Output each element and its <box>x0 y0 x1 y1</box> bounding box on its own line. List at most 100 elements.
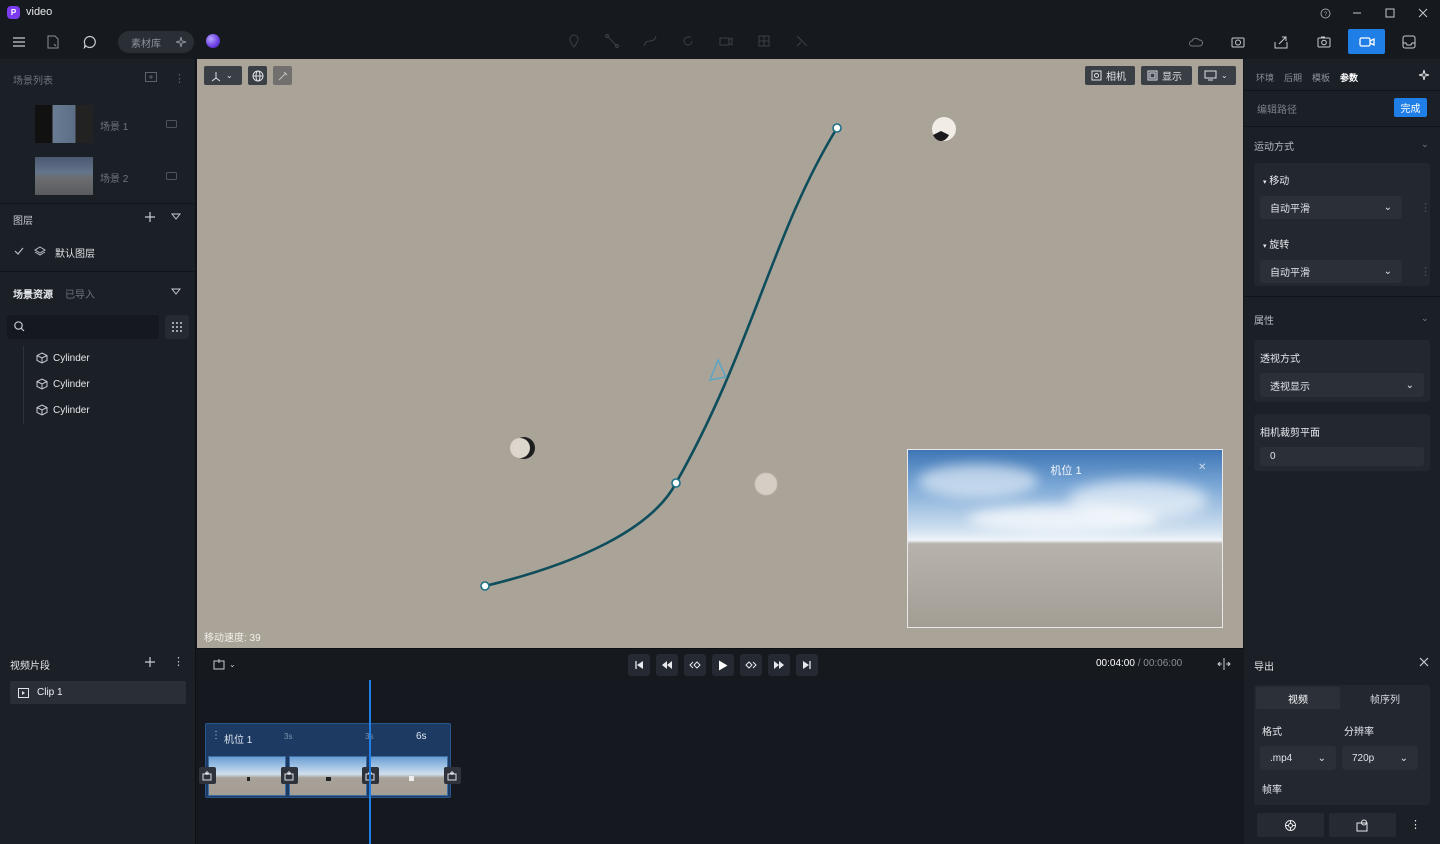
clips-more-icon[interactable]: ⋮ <box>173 655 184 668</box>
prev-keyframe-icon[interactable] <box>684 654 706 676</box>
maximize-icon[interactable] <box>1383 6 1397 20</box>
inbox-icon[interactable] <box>1400 33 1418 51</box>
pin-tool-icon[interactable] <box>566 33 582 49</box>
rotate-label-row[interactable]: ▾ 旋转 <box>1263 236 1289 251</box>
object-item[interactable]: Cylinder <box>36 352 90 364</box>
add-layer-icon[interactable] <box>144 211 156 223</box>
scene-camera-icon-2[interactable] <box>166 172 178 180</box>
chevron-down-icon[interactable]: ⌄ <box>1421 313 1429 324</box>
file-icon[interactable] <box>45 33 61 50</box>
measure-tool-icon[interactable] <box>794 33 810 49</box>
close-window-icon[interactable] <box>1416 6 1430 20</box>
rewind-icon[interactable] <box>656 654 678 676</box>
tab-template[interactable]: 模板 <box>1312 71 1330 84</box>
scene-label-2[interactable]: 场景 2 <box>100 170 128 185</box>
clip-plane-input[interactable]: 0 <box>1260 447 1424 466</box>
asset-library-button[interactable]: 素材库 <box>118 31 194 53</box>
keyframe-thumb[interactable] <box>208 756 286 796</box>
camera-gizmo-icon[interactable] <box>708 358 728 381</box>
cloud-upload-icon[interactable] <box>1187 33 1205 51</box>
perspective-select[interactable]: 透视显示 ⌄ <box>1260 373 1424 397</box>
clip-item[interactable]: Clip 1 <box>10 681 186 704</box>
track-drag-icon[interactable]: ⋮ <box>211 730 221 741</box>
motion-section-title[interactable]: 运动方式 <box>1254 138 1294 153</box>
menu-icon[interactable] <box>11 34 27 50</box>
check-icon[interactable] <box>14 247 24 255</box>
grid-view-icon[interactable] <box>165 315 189 339</box>
scene-camera-icon-1[interactable] <box>166 120 178 128</box>
path-point[interactable] <box>832 123 842 133</box>
tab-environment[interactable]: 环境 <box>1256 71 1274 84</box>
cylinder-object[interactable] <box>754 472 778 496</box>
chat-icon[interactable] <box>81 33 99 51</box>
add-camera-button[interactable]: ⌄ <box>213 658 236 670</box>
tab-params[interactable]: 参数 <box>1340 71 1358 84</box>
chevron-down-icon[interactable]: ⌄ <box>1421 139 1429 150</box>
keyframe-camera-icon[interactable] <box>444 767 461 784</box>
ai-orb-icon[interactable] <box>206 34 220 48</box>
object-item[interactable]: Cylinder <box>36 404 90 416</box>
rotate-more-icon[interactable]: ⋮ <box>1420 265 1431 278</box>
format-select[interactable]: .mp4 ⌄ <box>1260 746 1336 770</box>
resource-filter-icon[interactable] <box>171 288 181 296</box>
scene-label-1[interactable]: 场景 1 <box>100 118 128 133</box>
tab-post[interactable]: 后期 <box>1284 71 1302 84</box>
timeline-track-area[interactable]: ⋮ 机位 1 3s 3s 6s <box>197 680 1243 844</box>
preview-close-icon[interactable]: ✕ <box>1198 462 1206 473</box>
camera-preview[interactable]: 机位 1 ✕ <box>907 449 1223 628</box>
tab-scene-resources[interactable]: 场景资源 <box>13 286 53 301</box>
cylinder-object[interactable] <box>932 117 956 141</box>
share-icon[interactable] <box>1272 33 1290 51</box>
object-item[interactable]: Cylinder <box>36 378 90 390</box>
close-icon[interactable] <box>1419 657 1429 667</box>
default-layer-label[interactable]: 默认图层 <box>55 245 95 260</box>
video-camera-button[interactable] <box>1348 29 1385 54</box>
magic-icon[interactable] <box>1418 69 1431 82</box>
layer-filter-icon[interactable] <box>171 213 181 221</box>
props-section-title[interactable]: 属性 <box>1254 312 1274 327</box>
minimize-icon[interactable] <box>1350 6 1364 20</box>
3d-viewport[interactable]: ⌄ 相机 显示 ⌄ 移动速度: 39 机位 1 ✕ <box>197 59 1243 648</box>
curve-tool-icon[interactable] <box>642 33 658 49</box>
scene-thumb-1[interactable] <box>35 105 93 143</box>
grid-tool-icon[interactable] <box>756 33 772 49</box>
keyframe-thumb[interactable] <box>289 756 367 796</box>
add-clip-icon[interactable] <box>144 656 156 668</box>
path-point[interactable] <box>671 478 681 488</box>
path-tool-icon[interactable] <box>604 33 620 49</box>
split-icon[interactable] <box>1217 658 1231 670</box>
add-scene-icon[interactable] <box>145 72 157 82</box>
camera-tool-icon[interactable] <box>718 33 734 49</box>
cylinder-object[interactable] <box>510 437 535 459</box>
move-label-row[interactable]: ▾ 移动 <box>1263 172 1289 187</box>
scene-thumb-2[interactable] <box>35 157 93 195</box>
rotate-mode-select[interactable]: 自动平滑 ⌄ <box>1260 260 1402 283</box>
done-button[interactable]: 完成 <box>1394 98 1427 117</box>
play-icon[interactable] <box>712 654 734 676</box>
search-input[interactable] <box>7 315 159 339</box>
playhead[interactable] <box>369 680 371 844</box>
keyframe-camera-icon[interactable] <box>199 767 216 784</box>
move-more-icon[interactable]: ⋮ <box>1420 201 1431 214</box>
path-point[interactable] <box>480 581 490 591</box>
keyframe-camera-icon[interactable] <box>281 767 298 784</box>
export-video-button[interactable] <box>1329 813 1396 837</box>
screenshot-icon[interactable] <box>1315 33 1333 51</box>
keyframe-thumb[interactable] <box>370 756 448 796</box>
camera-track[interactable]: ⋮ 机位 1 3s 3s 6s <box>205 723 451 798</box>
skip-end-icon[interactable] <box>796 654 818 676</box>
resolution-select[interactable]: 720p ⌄ <box>1342 746 1418 770</box>
rotate-tool-icon[interactable] <box>680 33 696 49</box>
skip-start-icon[interactable] <box>628 654 650 676</box>
move-mode-select[interactable]: 自动平滑 ⌄ <box>1260 196 1402 219</box>
tab-frame-sequence[interactable]: 帧序列 <box>1342 687 1428 709</box>
next-keyframe-icon[interactable] <box>740 654 762 676</box>
render-icon[interactable] <box>1229 33 1247 51</box>
scene-more-icon[interactable]: ⋮ <box>174 72 185 85</box>
help-icon[interactable]: ? <box>1318 6 1332 20</box>
fast-forward-icon[interactable] <box>768 654 790 676</box>
camera-path-curve[interactable] <box>484 127 839 588</box>
export-more-icon[interactable]: ⋮ <box>1410 818 1421 831</box>
render-settings-button[interactable] <box>1257 813 1324 837</box>
tab-video-export[interactable]: 视频 <box>1256 687 1340 709</box>
